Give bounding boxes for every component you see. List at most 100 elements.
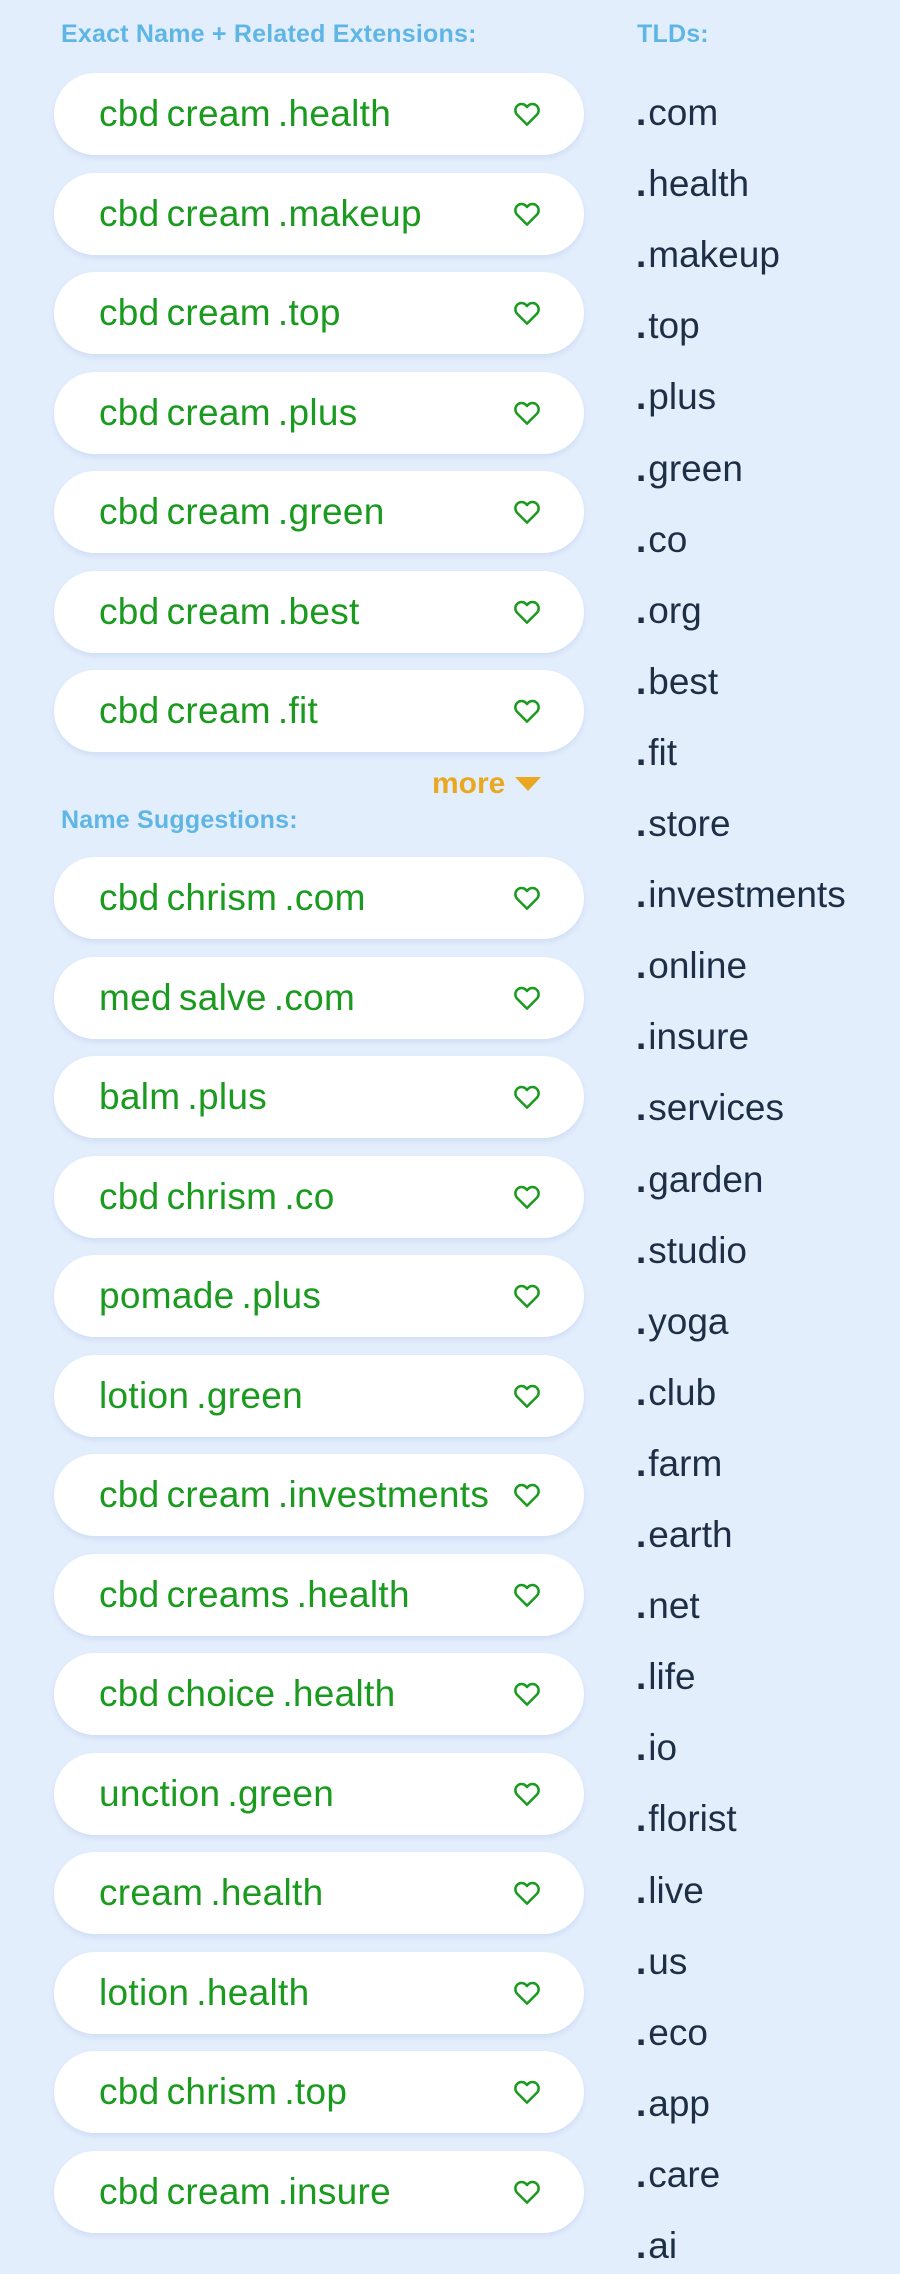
tld-item[interactable]: .us xyxy=(636,1934,687,1990)
tlds-heading: TLDs: xyxy=(637,20,709,48)
tld-item[interactable]: .care xyxy=(636,2147,720,2203)
heart-outline-icon[interactable] xyxy=(512,1878,542,1908)
domain-card[interactable]: cbd cream .best xyxy=(54,570,584,653)
domain-card[interactable]: cbd chrism .co xyxy=(54,1155,584,1238)
domain-card[interactable]: cbd creams .health xyxy=(54,1553,584,1636)
tld-item[interactable]: .eco xyxy=(636,2005,708,2061)
heart-outline-icon[interactable] xyxy=(512,983,542,1013)
tld-item[interactable]: .services xyxy=(636,1080,784,1136)
tld-label: co xyxy=(648,518,688,560)
domain-card[interactable]: cbd cream .top xyxy=(54,272,584,354)
tld-dot: . xyxy=(636,1016,647,1058)
tld-label: plus xyxy=(648,376,717,418)
domain-card[interactable]: cbd cream .plus xyxy=(54,371,584,454)
tld-label: earth xyxy=(648,1514,733,1555)
heart-outline-icon[interactable] xyxy=(512,1679,542,1709)
heart-outline-icon[interactable] xyxy=(512,883,542,913)
tld-item[interactable]: .health xyxy=(636,156,749,212)
tld-dot: . xyxy=(636,1514,647,1555)
domain-card[interactable]: lotion .green xyxy=(54,1354,584,1437)
tld-label: store xyxy=(648,803,731,844)
tld-label: life xyxy=(648,1656,696,1698)
tld-item[interactable]: .online xyxy=(636,938,747,994)
tld-item[interactable]: .live xyxy=(636,1863,704,1919)
domain-card[interactable]: cbd cream .makeup xyxy=(54,172,584,255)
heart-outline-icon[interactable] xyxy=(512,199,542,229)
heart-outline-icon[interactable] xyxy=(512,1978,542,2008)
tld-item[interactable]: .fit xyxy=(636,725,677,781)
tld-item[interactable]: .farm xyxy=(636,1436,722,1492)
domain-extension: .health xyxy=(210,1872,324,1913)
heart-outline-icon[interactable] xyxy=(512,497,542,527)
tld-item[interactable]: .makeup xyxy=(636,227,780,283)
domain-card[interactable]: cream .health xyxy=(54,1852,584,1934)
domain-card[interactable]: cbd cream .fit xyxy=(54,670,584,752)
domain-card[interactable]: balm .plus xyxy=(54,1056,584,1138)
tld-item[interactable]: .club xyxy=(636,1365,716,1421)
tld-item[interactable]: .app xyxy=(636,2076,710,2132)
tld-item[interactable]: .io xyxy=(636,1720,677,1776)
tld-item[interactable]: .earth xyxy=(636,1507,733,1563)
domain-card[interactable]: cbd cream .insure xyxy=(54,2150,584,2233)
domain-name: cbd choice .health xyxy=(99,1653,396,1735)
heart-outline-icon[interactable] xyxy=(512,398,542,428)
tld-dot: . xyxy=(636,2082,647,2124)
tld-label: com xyxy=(648,92,719,133)
domain-name-part: choice xyxy=(166,1673,276,1714)
tld-item[interactable]: .life xyxy=(636,1649,696,1705)
domain-extension: .top xyxy=(284,2071,348,2112)
domain-name-part: med xyxy=(99,976,172,1018)
tld-dot: . xyxy=(636,1940,647,1982)
heart-outline-icon[interactable] xyxy=(512,1082,542,1112)
heart-outline-icon[interactable] xyxy=(512,1779,542,1809)
domain-card[interactable]: pomade .plus xyxy=(54,1255,584,1337)
domain-card[interactable]: cbd cream .health xyxy=(54,73,584,155)
tld-label: makeup xyxy=(648,234,780,276)
tld-item[interactable]: .com xyxy=(636,85,718,141)
tld-item[interactable]: .investments xyxy=(636,867,846,923)
domain-extension: .insure xyxy=(277,2170,392,2212)
domain-card[interactable]: cbd choice .health xyxy=(54,1653,584,1735)
domain-card[interactable]: cbd chrism .com xyxy=(54,857,584,939)
heart-outline-icon[interactable] xyxy=(512,99,542,129)
heart-outline-icon[interactable] xyxy=(512,696,542,726)
heart-outline-icon[interactable] xyxy=(512,1381,542,1411)
heart-outline-icon[interactable] xyxy=(512,1281,542,1311)
heart-outline-icon[interactable] xyxy=(512,1182,542,1212)
tld-item[interactable]: .ai xyxy=(636,2218,677,2274)
domain-card[interactable]: med salve .com xyxy=(54,956,584,1039)
heart-outline-icon[interactable] xyxy=(512,2177,542,2207)
domain-name-part: cbd xyxy=(99,1673,160,1714)
tld-item[interactable]: .plus xyxy=(636,369,716,425)
domain-card[interactable]: cbd cream .green xyxy=(54,471,584,553)
tld-item[interactable]: .top xyxy=(636,298,700,354)
tld-dot: . xyxy=(636,589,647,631)
heart-outline-icon[interactable] xyxy=(512,1580,542,1610)
domain-extension: .best xyxy=(277,590,360,632)
tld-dot: . xyxy=(636,1727,647,1769)
domain-name-part: cbd xyxy=(99,491,160,532)
domain-name-part: cbd xyxy=(99,1474,160,1515)
heart-outline-icon[interactable] xyxy=(512,1480,542,1510)
tld-item[interactable]: .best xyxy=(636,654,718,710)
tld-item[interactable]: .insure xyxy=(636,1009,749,1065)
domain-card[interactable]: unction .green xyxy=(54,1752,584,1835)
tld-item[interactable]: .yoga xyxy=(636,1294,729,1350)
tld-item[interactable]: .store xyxy=(636,796,731,852)
tld-item[interactable]: .net xyxy=(636,1578,700,1634)
domain-name-part: cream xyxy=(166,93,271,134)
domain-card[interactable]: cbd chrism .top xyxy=(54,2051,584,2133)
tld-item[interactable]: .studio xyxy=(636,1223,747,1279)
domain-name: cbd cream .plus xyxy=(99,372,358,454)
tld-item[interactable]: .co xyxy=(636,512,687,568)
heart-outline-icon[interactable] xyxy=(512,298,542,328)
tld-item[interactable]: .florist xyxy=(636,1791,737,1847)
heart-outline-icon[interactable] xyxy=(512,2077,542,2107)
domain-card[interactable]: cbd cream .investments xyxy=(54,1454,584,1536)
tld-item[interactable]: .green xyxy=(636,441,743,497)
heart-outline-icon[interactable] xyxy=(512,597,542,627)
tld-item[interactable]: .garden xyxy=(636,1152,764,1208)
more-toggle[interactable]: more xyxy=(432,764,543,804)
domain-card[interactable]: lotion .health xyxy=(54,1951,584,2034)
tld-item[interactable]: .org xyxy=(636,583,702,639)
